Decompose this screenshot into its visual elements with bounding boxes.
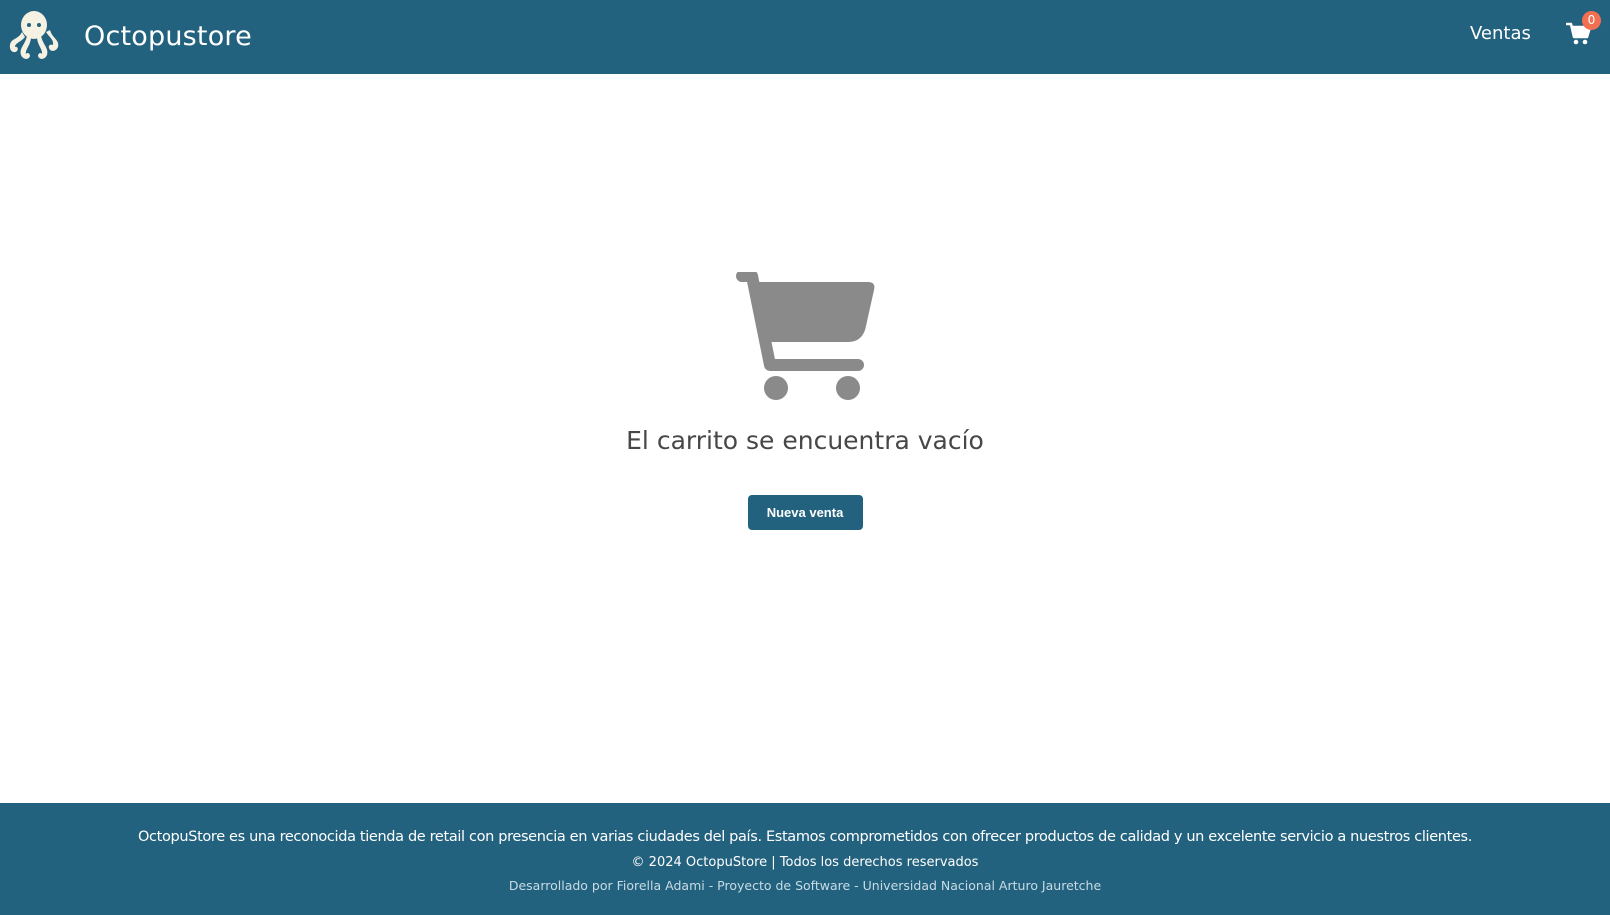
navbar: Octopustore Ventas 0 [0, 0, 1610, 74]
cart-icon [736, 272, 875, 400]
new-sale-button[interactable]: Nueva venta [747, 495, 863, 530]
cart-nav-button[interactable]: 0 [1566, 11, 1601, 48]
cart-count-badge: 0 [1582, 11, 1601, 30]
empty-cart-message: El carrito se encuentra vacío [626, 426, 984, 455]
octopus-icon [9, 11, 59, 59]
empty-cart-state: El carrito se encuentra vacío Nueva vent… [0, 272, 1610, 530]
footer: OctopuStore es una reconocida tienda de … [0, 803, 1610, 915]
footer-description: OctopuStore es una reconocida tienda de … [137, 829, 1473, 845]
nav-link-ventas[interactable]: Ventas [1470, 23, 1531, 44]
brand-name: Octopustore [84, 20, 252, 52]
footer-copyright: © 2024 OctopuStore | Todos los derechos … [631, 855, 979, 870]
brand-link[interactable]: Octopustore [6, 8, 252, 64]
footer-developer-credit: Desarrollado por Fiorella Adami - Proyec… [508, 878, 1102, 893]
